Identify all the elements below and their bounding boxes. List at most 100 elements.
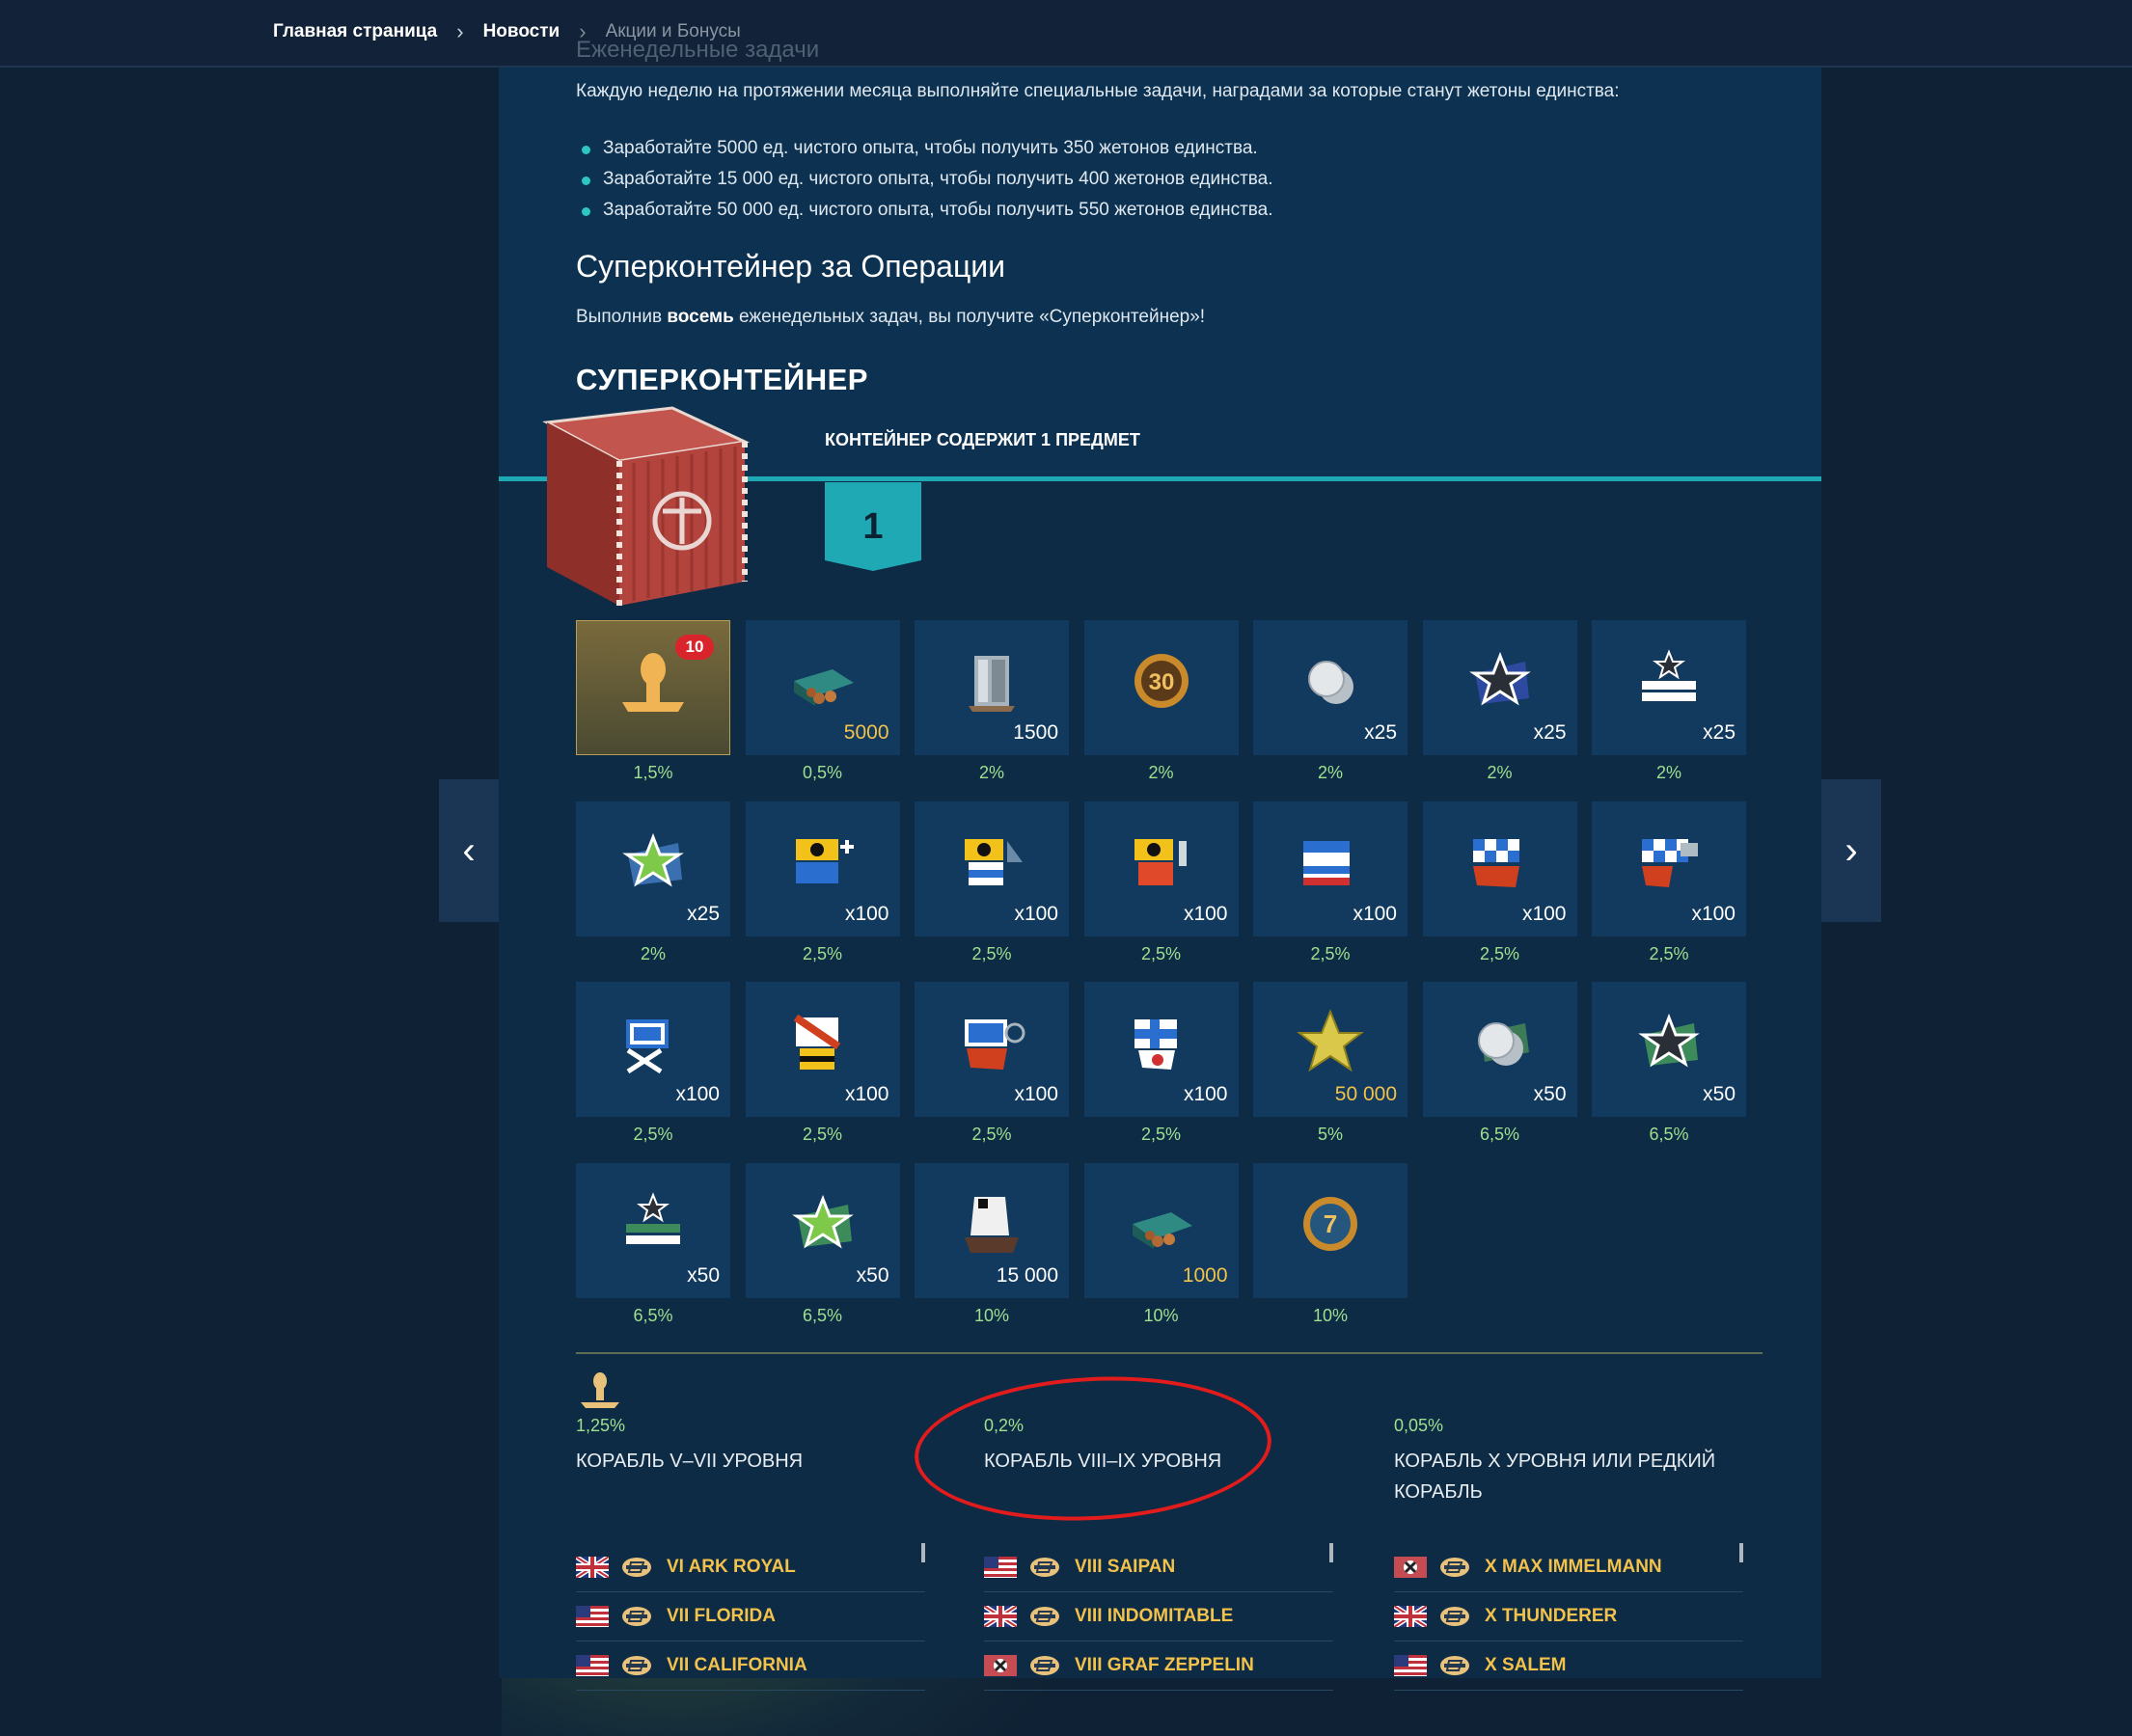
- reward-tile[interactable]: x50: [576, 1162, 730, 1298]
- svg-text:7: 7: [1324, 1209, 1337, 1238]
- ship-name[interactable]: X SALEM: [1485, 1655, 1566, 1676]
- ship-name[interactable]: VIII SAIPAN: [1075, 1557, 1175, 1578]
- reward-tile[interactable]: x100: [1253, 800, 1408, 936]
- reward-probability: 10%: [1143, 1305, 1179, 1325]
- reward-item[interactable]: x100 2,5%: [1253, 800, 1408, 964]
- reward-item[interactable]: x25 2%: [1422, 620, 1577, 783]
- reward-tile[interactable]: x100: [745, 982, 900, 1117]
- reward-item[interactable]: x25 2%: [576, 800, 730, 964]
- reward-tile[interactable]: x50: [745, 1162, 900, 1298]
- reward-item[interactable]: x100 2,5%: [1592, 800, 1746, 964]
- reward-item[interactable]: x25 2%: [1592, 620, 1746, 783]
- uk-flag-icon: [576, 1557, 609, 1578]
- premium-30-icon: 30: [1134, 654, 1189, 708]
- reward-item[interactable]: x100 2,5%: [1083, 982, 1239, 1145]
- reward-tile[interactable]: 50 000: [1253, 982, 1408, 1117]
- reward-probability: 2,5%: [802, 1125, 843, 1144]
- reward-tile[interactable]: x100: [915, 800, 1069, 936]
- ship-list-tier-viii-ix[interactable]: VIII SAIPAN VIII INDOMITABLE VIII GRAF ZEP…: [984, 1543, 1333, 1691]
- supercontainer-operations-heading: Суперконтейнер за Операции: [576, 249, 1006, 284]
- reward-tile[interactable]: 5000: [745, 620, 900, 755]
- reward-tile[interactable]: x25: [1253, 620, 1408, 755]
- ship-list-item[interactable]: X MAX IMMELMANN: [1394, 1543, 1743, 1592]
- reward-tile[interactable]: x25: [1592, 620, 1746, 755]
- ship-name[interactable]: VI ARK ROYAL: [667, 1557, 796, 1578]
- reward-item[interactable]: x50 6,5%: [745, 1162, 900, 1326]
- camouflage-star-dark-icon: [1468, 651, 1531, 706]
- reward-item[interactable]: x100 2,5%: [1083, 800, 1239, 964]
- reward-tile[interactable]: 30: [1083, 620, 1239, 755]
- ship-list-item[interactable]: VIII SAIPAN: [984, 1543, 1333, 1592]
- reward-quantity: x50: [1533, 1083, 1567, 1105]
- ship-list-item[interactable]: VI ARK ROYAL: [576, 1543, 925, 1592]
- ship-list-item[interactable]: VIII GRAF ZEPPELIN: [984, 1641, 1333, 1691]
- carousel-next-button[interactable]: ›: [1821, 779, 1881, 922]
- reward-item[interactable]: 1000 10%: [1083, 1162, 1239, 1326]
- reward-item[interactable]: x50 6,5%: [576, 1162, 730, 1326]
- ship-list-item[interactable]: VII FLORIDA: [576, 1592, 925, 1641]
- supercontainer-title: СУПЕРКОНТЕЙНЕР: [576, 363, 868, 396]
- reward-item[interactable]: x100 2,5%: [576, 982, 730, 1145]
- ship-list-item[interactable]: X THUNDERER: [1394, 1592, 1743, 1641]
- signal-flag-blue-white-icon: [1303, 840, 1350, 885]
- ship-name[interactable]: X THUNDERER: [1485, 1606, 1617, 1627]
- reward-item[interactable]: x25 2%: [1253, 620, 1408, 783]
- reward-item[interactable]: x100 2,5%: [915, 982, 1069, 1145]
- reward-tile[interactable]: x100: [1083, 800, 1239, 936]
- ship-list-item[interactable]: VII CALIFORNIA: [576, 1641, 925, 1691]
- reward-tile[interactable]: x100: [745, 800, 900, 936]
- ship-name[interactable]: VII FLORIDA: [667, 1606, 776, 1627]
- reward-tile[interactable]: 15 000: [915, 1162, 1069, 1298]
- reward-item[interactable]: x50 6,5%: [1422, 982, 1577, 1145]
- reward-tile[interactable]: x25: [576, 800, 730, 936]
- ship-list-tier-x[interactable]: X MAX IMMELMANN X THUNDERER X SALEM: [1394, 1543, 1743, 1691]
- reward-tile[interactable]: x100: [1422, 800, 1577, 936]
- reward-quantity: 50 000: [1334, 1083, 1397, 1105]
- reward-tile[interactable]: x100: [1592, 800, 1746, 936]
- silver-coins-icon: [1308, 661, 1353, 704]
- reward-tile[interactable]: x25: [1422, 620, 1577, 755]
- reward-item[interactable]: x50 6,5%: [1592, 982, 1746, 1145]
- reward-probability: 6,5%: [1479, 1125, 1520, 1144]
- premium-7-icon: 7: [1303, 1196, 1357, 1251]
- ship-list-item[interactable]: X SALEM: [1394, 1641, 1743, 1691]
- reward-quantity: x25: [1703, 721, 1736, 744]
- reward-tile[interactable]: 7: [1253, 1162, 1408, 1298]
- reward-item[interactable]: 50 000 5%: [1253, 982, 1408, 1145]
- reward-item[interactable]: x100 2,5%: [745, 982, 900, 1145]
- reward-quantity: x100: [844, 902, 889, 925]
- reward-item[interactable]: 7 10%: [1253, 1162, 1408, 1326]
- carousel-prev-button[interactable]: ‹: [439, 779, 499, 922]
- reward-probability: 2,5%: [1310, 943, 1351, 963]
- reward-tile[interactable]: x100: [1083, 982, 1239, 1117]
- reward-item[interactable]: x100 2,5%: [745, 800, 900, 964]
- reward-tile[interactable]: x50: [1422, 982, 1577, 1117]
- reward-item[interactable]: x100 2,5%: [915, 800, 1069, 964]
- reward-tile[interactable]: x100: [576, 982, 730, 1117]
- scrollbar[interactable]: [1739, 1543, 1743, 1562]
- ship-name[interactable]: VIII INDOMITABLE: [1075, 1606, 1233, 1627]
- reward-item[interactable]: 1500 2%: [915, 620, 1069, 783]
- reward-tile[interactable]: x50: [1592, 982, 1746, 1117]
- breadcrumb-home[interactable]: Главная страница: [273, 21, 437, 42]
- list-item: Заработайте 15 000 ед. чистого опыта, чт…: [576, 164, 1273, 195]
- reward-item[interactable]: 30 2%: [1083, 620, 1239, 783]
- reward-tile[interactable]: 1000: [1083, 1162, 1239, 1298]
- breadcrumb-news[interactable]: Новости: [483, 21, 560, 42]
- reward-item[interactable]: 5000 0,5%: [745, 620, 900, 783]
- ship-list-tier-v-vii[interactable]: VI ARK ROYAL VII FLORIDA VII CALIFORNIA: [576, 1543, 925, 1691]
- reward-tile[interactable]: x100: [915, 982, 1069, 1117]
- reward-item[interactable]: 10 1,5%: [576, 620, 730, 783]
- reward-tile[interactable]: 1500: [915, 620, 1069, 755]
- scrollbar[interactable]: [1329, 1543, 1333, 1562]
- ship-name[interactable]: VIII GRAF ZEPPELIN: [1075, 1655, 1254, 1676]
- reward-tile[interactable]: 10: [576, 620, 730, 755]
- ship-tier-v-vii: 1,25% КОРАБЛЬ V–VII УРОВНЯ: [576, 1416, 943, 1477]
- ship-name[interactable]: VII CALIFORNIA: [667, 1655, 807, 1676]
- ship-name[interactable]: X MAX IMMELMANN: [1485, 1557, 1662, 1578]
- reward-item[interactable]: x100 2,5%: [1422, 800, 1577, 964]
- ship-list-item[interactable]: VIII INDOMITABLE: [984, 1592, 1333, 1641]
- reward-item[interactable]: 15 000 10%: [915, 1162, 1069, 1326]
- scrollbar[interactable]: [921, 1543, 925, 1562]
- bullet-icon: [582, 176, 590, 185]
